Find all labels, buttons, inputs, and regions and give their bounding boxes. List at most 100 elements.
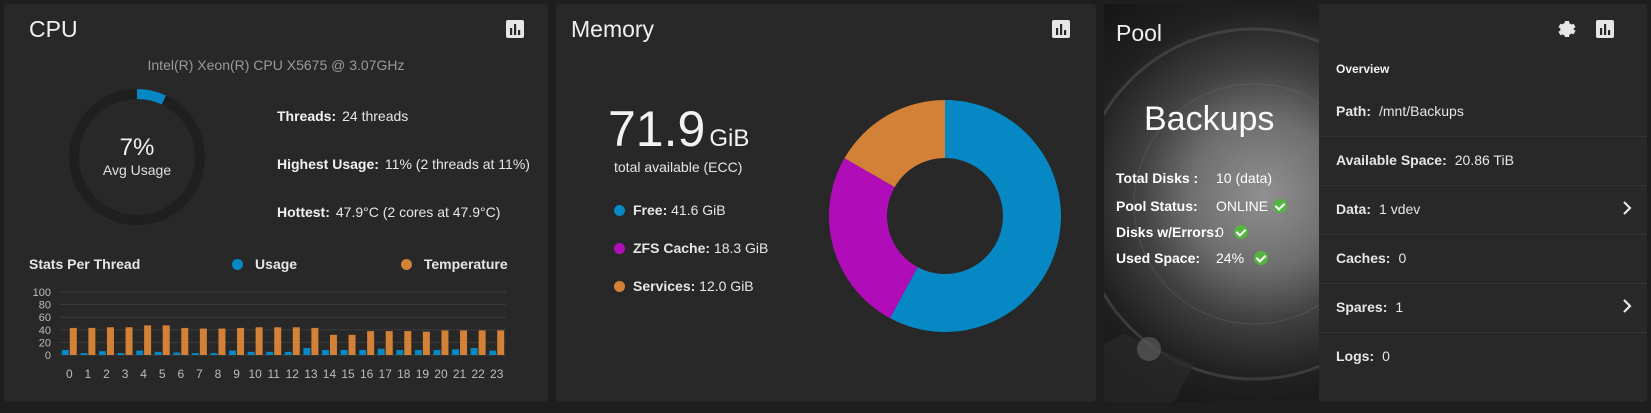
temperature-legend-dot: [400, 259, 412, 270]
bar-chart-icon[interactable]: [1050, 18, 1072, 40]
usage-bar: [80, 353, 88, 355]
temperature-bar: [181, 327, 189, 355]
y-tick-label: 100: [33, 287, 51, 299]
threads-value: 24 threads: [342, 108, 409, 124]
chevron-right-icon[interactable]: [1617, 296, 1637, 316]
overview-row-data[interactable]: Data: 1 vdev: [1319, 186, 1647, 235]
y-tick-label: 60: [39, 312, 51, 324]
total-disks-value: 10 (data): [1216, 170, 1273, 186]
hottest-value: 47.9°C (2 cores at 47.9°C): [335, 204, 501, 220]
chevron-right-icon[interactable]: [1617, 198, 1637, 218]
x-tick-label: 17: [379, 367, 393, 381]
x-tick-label: 0: [66, 367, 73, 381]
hottest-label: Hottest:: [277, 204, 330, 220]
check-circle-icon: [1233, 225, 1248, 239]
x-tick-label: 18: [397, 367, 411, 381]
spares-value: 1: [1395, 299, 1404, 315]
check-circle-icon: [1254, 251, 1269, 265]
caches-value: 0: [1398, 250, 1407, 266]
temperature-bar: [218, 328, 226, 355]
x-tick-label: 16: [360, 367, 374, 381]
path-value: /mnt/Backups: [1379, 103, 1464, 119]
usage-bar: [489, 350, 497, 355]
x-tick-label: 13: [304, 367, 318, 381]
used-space-value: 24%: [1216, 250, 1245, 266]
usage-bar: [210, 353, 218, 355]
temperature-bar: [404, 331, 412, 355]
gear-icon[interactable]: [1556, 18, 1578, 40]
total-disks-stat: Total Disks : 10 (data): [1116, 170, 1272, 186]
usage-bar: [266, 351, 274, 355]
free-legend-dot: [614, 205, 625, 216]
thread-chart-legend: Stats Per Thread Usage Temperature: [29, 256, 508, 272]
y-tick-label: 80: [39, 300, 51, 312]
x-tick-label: 5: [159, 367, 166, 381]
usage-bar: [470, 348, 478, 355]
y-tick-label: 40: [39, 325, 51, 337]
logs-label: Logs:: [1336, 348, 1375, 364]
bar-chart-icon[interactable]: [1594, 18, 1616, 40]
temperature-bar: [106, 327, 114, 355]
usage-bar: [340, 349, 348, 355]
overview-row-spares[interactable]: Spares: 1: [1319, 284, 1647, 333]
usage-bar: [191, 353, 199, 355]
x-tick-label: 3: [122, 367, 129, 381]
memory-total-label: total available (ECC): [614, 159, 743, 175]
usage-bar: [396, 349, 404, 355]
spares-label: Spares:: [1336, 299, 1388, 315]
cpu-title: CPU: [29, 16, 78, 42]
usage-bar: [377, 348, 385, 355]
temperature-bar: [199, 328, 207, 355]
overview-row-logs: Logs: 0: [1319, 333, 1647, 381]
temperature-bar: [497, 330, 505, 355]
cpu-card: CPU Intel(R) Xeon(R) CPU X5675 @ 3.07GHz…: [4, 4, 548, 402]
temperature-bar: [329, 334, 337, 355]
temperature-bar: [311, 327, 319, 355]
temperature-bar: [460, 330, 468, 355]
usage-bar: [136, 350, 144, 355]
usage-bar: [229, 350, 237, 355]
usage-legend-label: Usage: [255, 256, 298, 272]
x-tick-label: 10: [248, 367, 262, 381]
available-space-label: Available Space:: [1336, 152, 1447, 168]
threads-stat: Threads: 24 threads: [277, 108, 408, 124]
temperature-bar: [162, 325, 170, 355]
x-tick-label: 19: [416, 367, 430, 381]
memory-card: Memory 71.9 GiB total available (ECC) Fre…: [556, 4, 1096, 402]
usage-bar: [452, 349, 460, 355]
disks-errors-stat: Disks w/Errors:0: [1116, 224, 1248, 240]
zfs-cache-legend-value: 18.3 GiB: [713, 240, 769, 256]
temperature-bar: [422, 331, 430, 355]
temperature-bar: [367, 331, 375, 355]
pool-status-stat: Pool Status: ONLINE: [1116, 198, 1288, 214]
services-legend-value: 12.0 GiB: [699, 278, 754, 294]
data-value: 1 vdev: [1379, 201, 1421, 217]
path-label: Path:: [1336, 103, 1371, 119]
x-tick-label: 20: [434, 367, 448, 381]
temperature-bar: [274, 327, 282, 355]
x-tick-label: 8: [215, 367, 222, 381]
total-disks-label: Total Disks :: [1116, 170, 1199, 186]
temperature-bar: [69, 327, 77, 355]
x-tick-label: 4: [140, 367, 147, 381]
usage-bar: [117, 353, 125, 355]
usage-bar: [414, 349, 422, 355]
highest-usage-label: Highest Usage:: [277, 156, 379, 172]
free-legend-value: 41.6 GiB: [671, 202, 726, 218]
memory-total: 71.9 GiB: [608, 100, 749, 158]
temperature-bar: [478, 330, 486, 355]
free-legend-label: Free:: [633, 202, 668, 218]
disks-errors-label: Disks w/Errors:: [1116, 224, 1219, 240]
usage-bar: [154, 351, 162, 355]
usage-bar: [61, 349, 69, 355]
usage-bar: [321, 349, 329, 355]
x-tick-label: 23: [490, 367, 504, 381]
usage-bar: [247, 351, 255, 355]
used-space-stat: Used Space: 24%: [1116, 250, 1269, 266]
x-tick-label: 22: [471, 367, 485, 381]
check-circle-icon: [1273, 199, 1288, 213]
memory-total-value: 71.9: [608, 101, 706, 157]
bar-chart-icon[interactable]: [504, 18, 526, 40]
caches-label: Caches:: [1336, 250, 1391, 266]
pool-title: Pool: [1116, 20, 1163, 46]
